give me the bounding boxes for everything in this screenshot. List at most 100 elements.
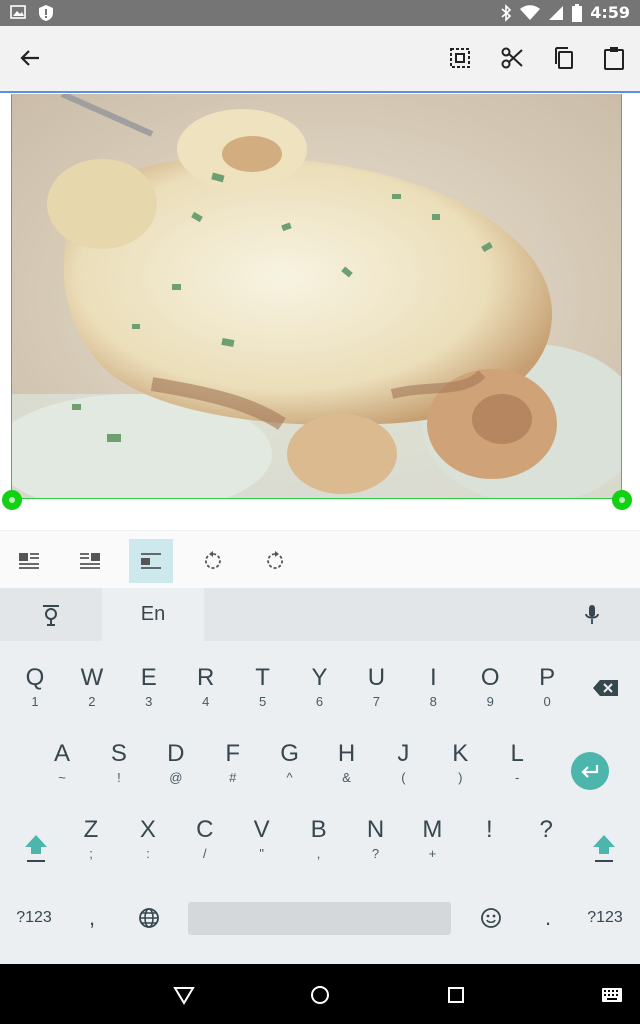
key-secondary-label: 3 <box>145 694 153 709</box>
key-w[interactable]: W2 <box>64 654 120 724</box>
inline-button[interactable] <box>129 539 173 583</box>
key-r[interactable]: R4 <box>178 654 234 724</box>
emoji-icon <box>481 908 501 928</box>
key-label: J <box>397 740 410 767</box>
key-label: V <box>253 816 270 843</box>
shift-key-left[interactable] <box>18 828 54 868</box>
key-j[interactable]: J( <box>375 730 431 800</box>
signal-icon <box>549 5 564 20</box>
key-secondary-label: + <box>428 846 437 861</box>
shift-icon <box>593 835 615 862</box>
key-n[interactable]: N? <box>348 806 404 876</box>
key-a[interactable]: A ~ <box>34 730 90 800</box>
shift-key-right[interactable] <box>586 828 622 868</box>
tortellini-image <box>12 94 621 498</box>
clock: 4:59 <box>590 3 630 22</box>
wrap-left-button[interactable] <box>7 539 51 583</box>
key-label: G <box>280 740 299 767</box>
key-label: A <box>53 740 70 767</box>
resize-handle-left[interactable] <box>2 490 22 510</box>
key-secondary-label: & <box>342 770 351 785</box>
key-q[interactable]: Q1 <box>7 654 63 724</box>
key-p[interactable]: P0 <box>519 654 575 724</box>
key-v[interactable]: V " <box>234 806 290 876</box>
key-label: M <box>422 816 443 843</box>
key-secondary-label: / <box>202 846 207 861</box>
keyboard-suggestion-strip: En <box>0 588 640 641</box>
key-c[interactable]: C / <box>177 806 233 876</box>
symbols-key-right[interactable]: ?123 <box>578 898 632 938</box>
nav-recents-button[interactable] <box>441 980 471 1010</box>
key-u[interactable]: U7 <box>348 654 404 724</box>
key-label: O <box>480 664 500 691</box>
key-label: U <box>367 664 386 691</box>
key-secondary-label: ^ <box>286 770 293 785</box>
nav-home-button[interactable] <box>305 980 335 1010</box>
language-tab[interactable]: En <box>102 588 204 641</box>
key-i[interactable]: I8 <box>405 654 461 724</box>
comma-key[interactable]: , <box>78 898 106 938</box>
key-o[interactable]: O9 <box>462 654 518 724</box>
food-photo[interactable] <box>11 94 622 499</box>
bluetooth-icon <box>501 3 512 22</box>
key-l[interactable]: L- <box>489 730 545 800</box>
wrap-right-button[interactable] <box>68 539 112 583</box>
language-switch-key[interactable] <box>132 898 166 938</box>
nav-keyboard-button[interactable] <box>597 980 627 1010</box>
key-x[interactable]: X: <box>120 806 176 876</box>
key-label: E <box>140 664 157 691</box>
rotate-left-button[interactable] <box>191 539 235 583</box>
key-secondary-label: ? <box>371 846 380 861</box>
enter-key[interactable] <box>571 752 609 790</box>
rotate-right-button[interactable] <box>253 539 297 583</box>
key-m[interactable]: M + <box>404 806 460 876</box>
key-label: T <box>255 664 270 691</box>
nav-back-button[interactable] <box>169 980 199 1010</box>
enter-icon <box>581 765 599 778</box>
symbols-key-left[interactable]: ?123 <box>8 898 60 938</box>
back-button[interactable] <box>12 40 48 76</box>
editor-canvas <box>0 94 640 530</box>
backspace-key[interactable] <box>591 668 621 708</box>
key-label: K <box>452 740 469 767</box>
key-k[interactable]: K) <box>432 730 488 800</box>
voice-typing-tab[interactable] <box>0 588 102 641</box>
emoji-key[interactable] <box>474 898 508 938</box>
keyboard-switch-icon <box>602 988 622 1002</box>
resize-handle-right[interactable] <box>612 490 632 510</box>
paste-button[interactable] <box>596 40 632 76</box>
key-secondary-label: ; <box>89 846 93 861</box>
mic-button[interactable] <box>570 588 614 641</box>
key-t[interactable]: T5 <box>235 654 291 724</box>
select-all-icon <box>450 48 470 68</box>
mic-icon <box>585 604 599 624</box>
space-key[interactable] <box>188 902 451 935</box>
period-key[interactable]: . <box>534 898 562 938</box>
key-question[interactable]: ? <box>518 806 574 876</box>
key-f[interactable]: F # <box>205 730 261 800</box>
key-d[interactable]: D @ <box>148 730 204 800</box>
recents-square-icon <box>448 987 464 1003</box>
inline-icon <box>141 553 161 569</box>
cut-button[interactable] <box>494 40 530 76</box>
key-label: H <box>337 740 356 767</box>
key-h[interactable]: H & <box>319 730 375 800</box>
key-z[interactable]: Z; <box>63 806 119 876</box>
key-s[interactable]: S! <box>91 730 147 800</box>
system-nav-bar <box>0 964 640 1024</box>
copy-icon <box>555 47 573 69</box>
handwriting-icon <box>43 604 59 626</box>
key-y[interactable]: Y6 <box>292 654 348 724</box>
key-b[interactable]: B, <box>291 806 347 876</box>
key-secondary-label: " <box>259 846 264 861</box>
key-exclamation[interactable]: ! <box>461 806 517 876</box>
rotate-right-icon <box>267 551 283 569</box>
key-secondary-label: : <box>146 846 150 861</box>
key-g[interactable]: G ^ <box>262 730 318 800</box>
select-all-button[interactable] <box>442 40 478 76</box>
image-icon <box>10 5 26 19</box>
key-secondary-label: 8 <box>429 694 437 709</box>
toolbar <box>0 26 640 93</box>
copy-button[interactable] <box>545 40 581 76</box>
key-e[interactable]: E3 <box>121 654 177 724</box>
